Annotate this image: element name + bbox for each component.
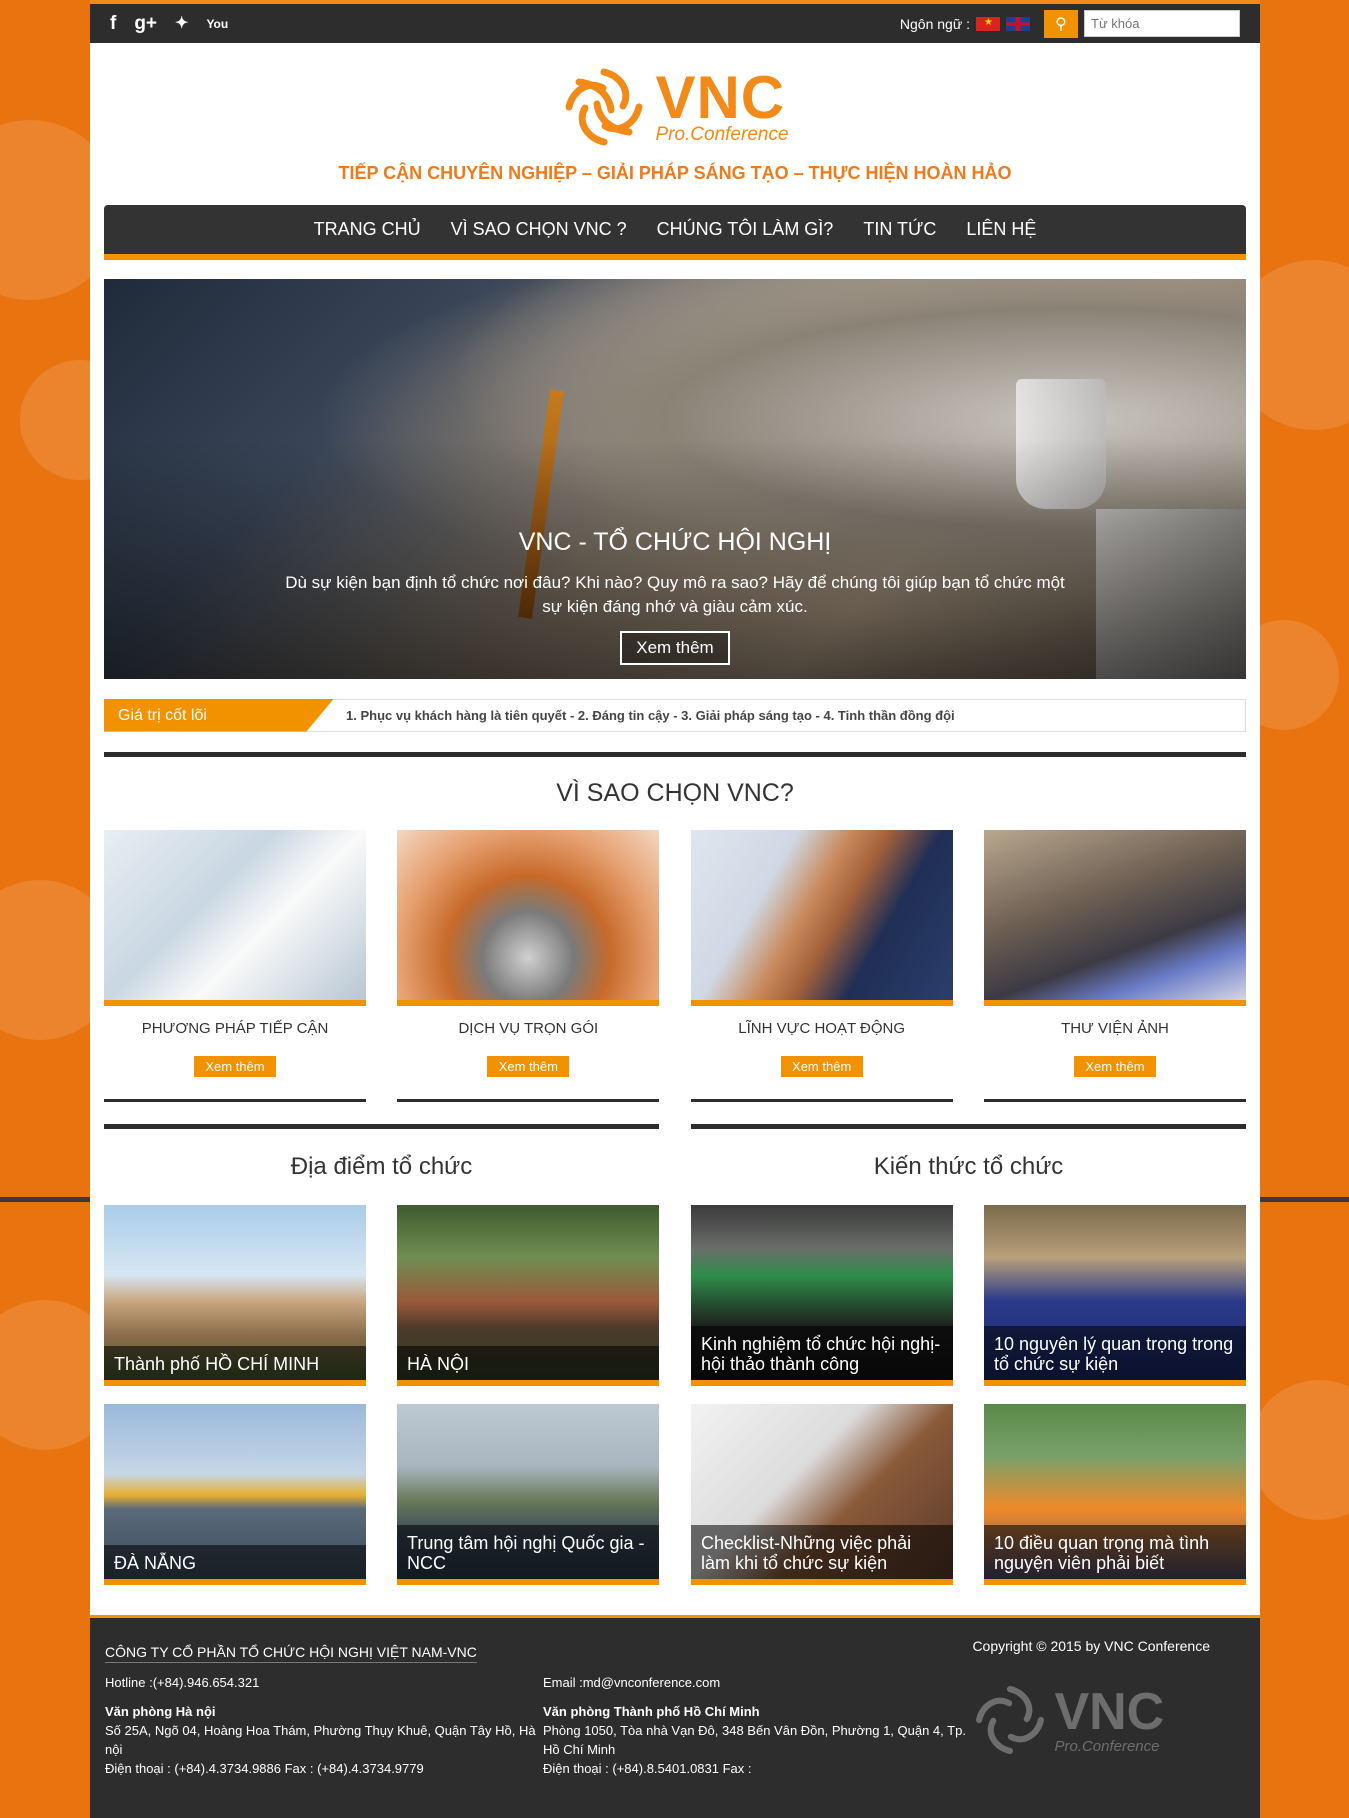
footer-hn-address: Số 25A, Ngõ 04, Hoàng Hoa Thám, Phường T… <box>105 1723 536 1757</box>
footer-company-name[interactable]: CÔNG TY CỔ PHẦN TỔ CHỨC HỘI NGHỊ VIỆT NA… <box>105 1644 477 1663</box>
hero-title: VNC - TỔ CHỨC HỘI NGHỊ <box>518 528 832 556</box>
card-title[interactable]: THƯ VIỆN ẢNH <box>984 1020 1246 1040</box>
article-tile[interactable]: 10 điều quan trọng mà tình nguyện viên p… <box>984 1404 1246 1585</box>
nav-what-we-do[interactable]: CHÚNG TÔI LÀM GÌ? <box>642 219 849 240</box>
card-more-button[interactable]: Xem thêm <box>194 1056 276 1077</box>
why-card: THƯ VIỆN ẢNH Xem thêm <box>983 830 1246 1102</box>
venues-title: Địa điểm tổ chức <box>290 1153 473 1180</box>
footer-logo-subtext: Pro.Conference <box>1054 1737 1160 1755</box>
venue-tile[interactable]: ĐÀ NẴNG <box>104 1404 366 1585</box>
footer-hcm-phone: Điện thoại : (+84).8.5401.0831 Fax : <box>543 1761 752 1776</box>
google-plus-icon[interactable]: g+ <box>134 14 157 33</box>
why-card: DỊCH VỤ TRỌN GÓI Xem thêm <box>397 830 660 1102</box>
package-service-image[interactable] <box>397 830 660 1006</box>
social-links: f g+ ✦ You <box>110 14 228 33</box>
nav-home[interactable]: TRANG CHỦ <box>299 219 436 240</box>
footer-email[interactable]: Email :md@vnconference.com <box>543 1673 981 1692</box>
knowledge-title: Kiến thức tổ chức <box>873 1153 1064 1180</box>
twitter-icon[interactable]: ✦ <box>175 15 188 32</box>
tile-caption[interactable]: HÀ NỘI <box>397 1346 659 1380</box>
tile-caption[interactable]: Checklist-Những việc phải làm khi tổ chứ… <box>691 1525 953 1579</box>
card-more-button[interactable]: Xem thêm <box>1073 1056 1156 1077</box>
why-card: PHƯƠNG PHÁP TIẾP CẬN Xem thêm <box>104 830 366 1102</box>
nav-news[interactable]: TIN TỨC <box>848 219 951 240</box>
facebook-icon[interactable]: f <box>110 14 116 33</box>
hero-slider[interactable]: VNC - TỔ CHỨC HỘI NGHỊ Dù sự kiện bạn đị… <box>104 279 1246 679</box>
why-section-title: VÌ SAO CHỌN VNC? <box>556 779 794 807</box>
logo-area: VNC Pro.Conference <box>90 43 1260 161</box>
tile-caption[interactable]: Kinh nghiệm tổ chức hội nghị-hội thảo th… <box>691 1326 953 1380</box>
footer-hn-office-title: Văn phòng Hà nội <box>105 1704 216 1719</box>
card-more-button[interactable]: Xem thêm <box>780 1056 863 1077</box>
footer-hn-phone: Điện thoại : (+84).4.3734.9886 Fax : (+8… <box>105 1761 424 1776</box>
logo-subtext: Pro.Conference <box>655 124 789 145</box>
venue-tile[interactable]: Thành phố HỒ CHÍ MINH <box>104 1205 366 1386</box>
tile-caption[interactable]: Thành phố HỒ CHÍ MINH <box>104 1346 366 1380</box>
two-column-section: Địa điểm tổ chức Thành phố HỒ CHÍ MINH H… <box>104 1124 1246 1585</box>
ticker-text[interactable]: 1. Phục vụ khách hàng là tiên quyết - 2.… <box>334 708 955 723</box>
core-values-ticker: Giá trị cốt lõi 1. Phục vụ khách hàng là… <box>104 698 1246 732</box>
search-icon[interactable]: ⚲ <box>1044 9 1078 38</box>
venue-tile[interactable]: Trung tâm hội nghị Quốc gia - NCC <box>397 1404 659 1585</box>
footer-hcm-address: Phòng 1050, Tòa nhà Vạn Đô, 348 Bến Vân … <box>543 1723 966 1757</box>
approach-image[interactable] <box>104 830 366 1006</box>
article-tile[interactable]: 10 nguyên lý quan trọng trong tổ chức sự… <box>984 1205 1246 1386</box>
main-nav: TRANG CHỦ VÌ SAO CHỌN VNC ? CHÚNG TÔI LÀ… <box>104 205 1246 260</box>
footer-logo-mark-icon <box>976 1685 1045 1755</box>
logo-mark-icon <box>565 68 643 146</box>
venue-tile[interactable]: HÀ NỘI <box>397 1205 659 1386</box>
youtube-icon[interactable]: You <box>206 18 228 30</box>
card-title[interactable]: DỊCH VỤ TRỌN GÓI <box>397 1020 659 1040</box>
why-card: LĨNH VỰC HOẠT ĐỘNG Xem thêm <box>690 830 953 1102</box>
site-logo[interactable]: VNC Pro.Conference <box>561 64 789 150</box>
footer-logo-text: VNC <box>1054 1682 1165 1741</box>
section-divider <box>104 752 1246 757</box>
field-of-activity-image[interactable] <box>690 830 953 1006</box>
page-container: f g+ ✦ You Ngôn ngữ : ⚲ <box>90 0 1260 1818</box>
tile-caption[interactable]: Trung tâm hội nghị Quốc gia - NCC <box>397 1525 659 1579</box>
language-label: Ngôn ngữ : <box>899 15 970 32</box>
card-title[interactable]: PHƯƠNG PHÁP TIẾP CẬN <box>104 1020 366 1040</box>
knowledge-column: Kiến thức tổ chức Kinh nghiệm tổ chức hộ… <box>691 1124 1246 1585</box>
footer: CÔNG TY CỔ PHẦN TỔ CHỨC HỘI NGHỊ VIỆT NA… <box>90 1615 1260 1818</box>
logo-text: VNC <box>655 64 786 131</box>
card-more-button[interactable]: Xem thêm <box>487 1056 570 1077</box>
vietnam-flag-icon[interactable] <box>976 16 1000 31</box>
nav-contact[interactable]: LIÊN HỆ <box>951 219 1051 240</box>
top-bar: f g+ ✦ You Ngôn ngữ : ⚲ <box>90 0 1260 43</box>
tile-caption[interactable]: ĐÀ NẴNG <box>104 1545 366 1579</box>
search-input[interactable] <box>1084 10 1240 37</box>
footer-copyright: Copyright © 2015 by VNC Conference <box>972 1638 1210 1654</box>
why-cards: PHƯƠNG PHÁP TIẾP CẬN Xem thêm DỊCH VỤ TR… <box>104 830 1246 1102</box>
uk-flag-icon[interactable] <box>1006 16 1030 31</box>
hero-more-button[interactable]: Xem thêm <box>620 631 730 665</box>
photo-library-image[interactable] <box>983 830 1246 1006</box>
hero-caption: VNC - TỔ CHỨC HỘI NGHỊ Dù sự kiện bạn đị… <box>104 528 1246 665</box>
tile-caption[interactable]: 10 nguyên lý quan trọng trong tổ chức sự… <box>984 1326 1246 1380</box>
ticker-label: Giá trị cốt lõi <box>104 698 334 732</box>
article-tile[interactable]: Checklist-Những việc phải làm khi tổ chứ… <box>691 1404 953 1585</box>
nav-why-vnc[interactable]: VÌ SAO CHỌN VNC ? <box>436 219 642 240</box>
footer-logo: VNC Pro.Conference <box>972 1682 1210 1758</box>
tile-caption[interactable]: 10 điều quan trọng mà tình nguyện viên p… <box>984 1525 1246 1579</box>
card-title[interactable]: LĨNH VỰC HOẠT ĐỘNG <box>691 1020 953 1040</box>
hero-description: Dù sự kiện bạn định tổ chức nơi đâu? Khi… <box>285 573 1065 616</box>
article-tile[interactable]: Kinh nghiệm tổ chức hội nghị-hội thảo th… <box>691 1205 953 1386</box>
venues-column: Địa điểm tổ chức Thành phố HỒ CHÍ MINH H… <box>104 1124 659 1585</box>
tagline: TIẾP CẬN CHUYÊN NGHIỆP – GIẢI PHÁP SÁNG … <box>338 163 1012 183</box>
footer-hcm-office-title: Văn phòng Thành phố Hồ Chí Minh <box>543 1704 760 1719</box>
footer-hotline: Hotline :(+84).946.654.321 <box>105 1675 260 1690</box>
